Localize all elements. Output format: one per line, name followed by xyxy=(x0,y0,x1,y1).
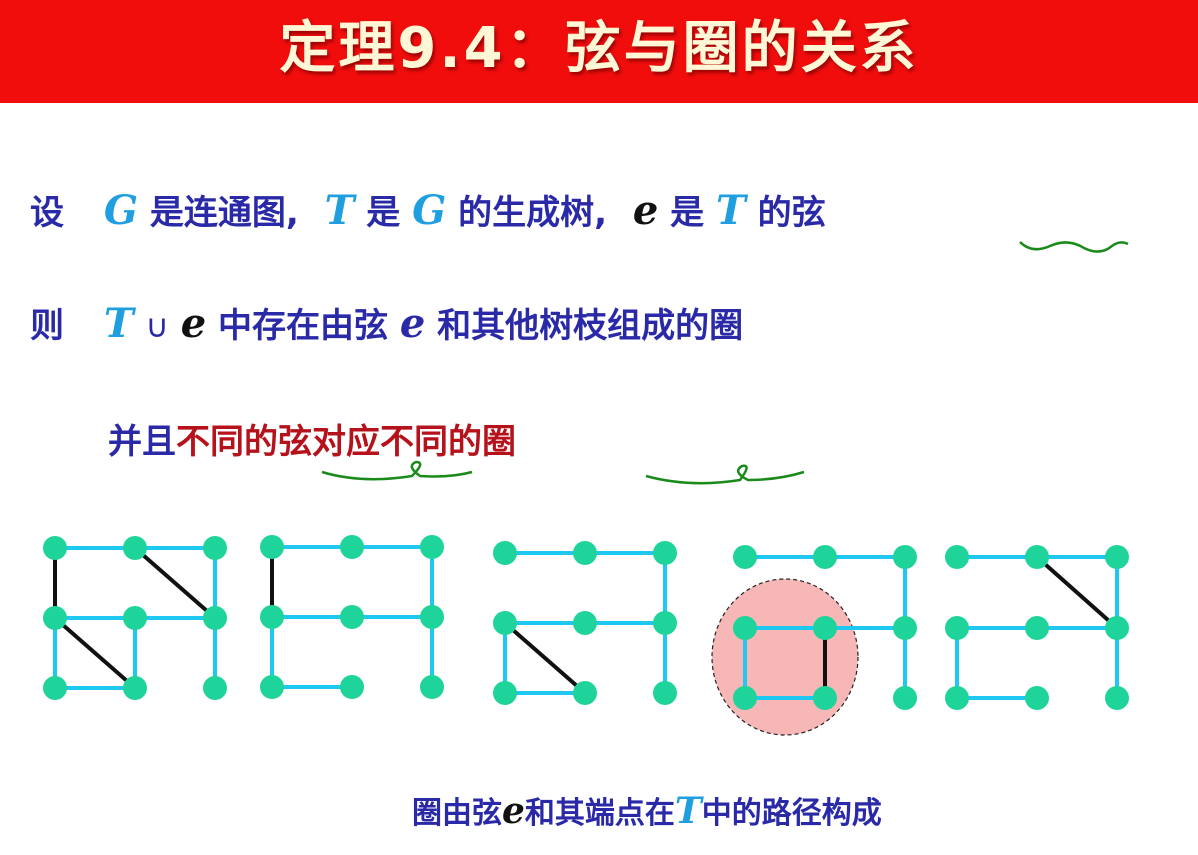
handwritten-underline xyxy=(645,464,805,485)
graph-vertex xyxy=(893,545,917,569)
graph-vertex xyxy=(43,676,67,700)
graph-vertex xyxy=(123,536,147,560)
graph-vertex xyxy=(945,686,969,710)
graph-vertex xyxy=(813,545,837,569)
graph-vertex xyxy=(203,606,227,630)
graph-vertex xyxy=(123,606,147,630)
chord-edge xyxy=(1035,555,1119,630)
graph-vertex xyxy=(420,605,444,629)
graph-vertex xyxy=(260,675,284,699)
graph-vertex xyxy=(653,541,677,565)
chord-edge xyxy=(53,616,137,690)
graph-vertex xyxy=(260,605,284,629)
graph-vertex xyxy=(203,536,227,560)
graph-vertex xyxy=(493,611,517,635)
graph-vertex xyxy=(653,611,677,635)
graph-vertex xyxy=(1025,545,1049,569)
graph-vertex xyxy=(945,616,969,640)
handwritten-underline xyxy=(1019,241,1129,253)
graph-vertex xyxy=(123,676,147,700)
graph-vertex xyxy=(893,616,917,640)
chord-edge xyxy=(503,621,587,695)
graph-vertex xyxy=(1105,616,1129,640)
graph-vertex xyxy=(733,545,757,569)
graph-vertex xyxy=(1105,686,1129,710)
graph-vertex xyxy=(813,686,837,710)
graph-vertex xyxy=(340,605,364,629)
graph-vertex xyxy=(893,686,917,710)
graph-vertex xyxy=(573,681,597,705)
handwritten-underline xyxy=(321,460,473,481)
graph-illustrations xyxy=(43,241,1129,736)
graph-vertex xyxy=(813,616,837,640)
graph-vertex xyxy=(420,535,444,559)
graph-vertex xyxy=(420,675,444,699)
graph-vertex xyxy=(203,676,227,700)
cycle-highlight xyxy=(711,578,859,736)
graph-vertex xyxy=(260,535,284,559)
graph-vertex xyxy=(340,535,364,559)
graph-vertex xyxy=(653,681,677,705)
graph-vertex xyxy=(43,536,67,560)
graph-vertex xyxy=(1025,686,1049,710)
graph-vertex xyxy=(733,686,757,710)
graph-vertex xyxy=(733,616,757,640)
graph-vertex xyxy=(1105,545,1129,569)
graph-vertex xyxy=(573,541,597,565)
graph-vertex xyxy=(1025,616,1049,640)
graph-vertex xyxy=(945,545,969,569)
graph-vertex xyxy=(573,611,597,635)
graph-vertex xyxy=(493,541,517,565)
chord-edge xyxy=(133,546,217,620)
graph-vertex xyxy=(493,681,517,705)
graph-vertex xyxy=(340,675,364,699)
graph-vertex xyxy=(43,606,67,630)
